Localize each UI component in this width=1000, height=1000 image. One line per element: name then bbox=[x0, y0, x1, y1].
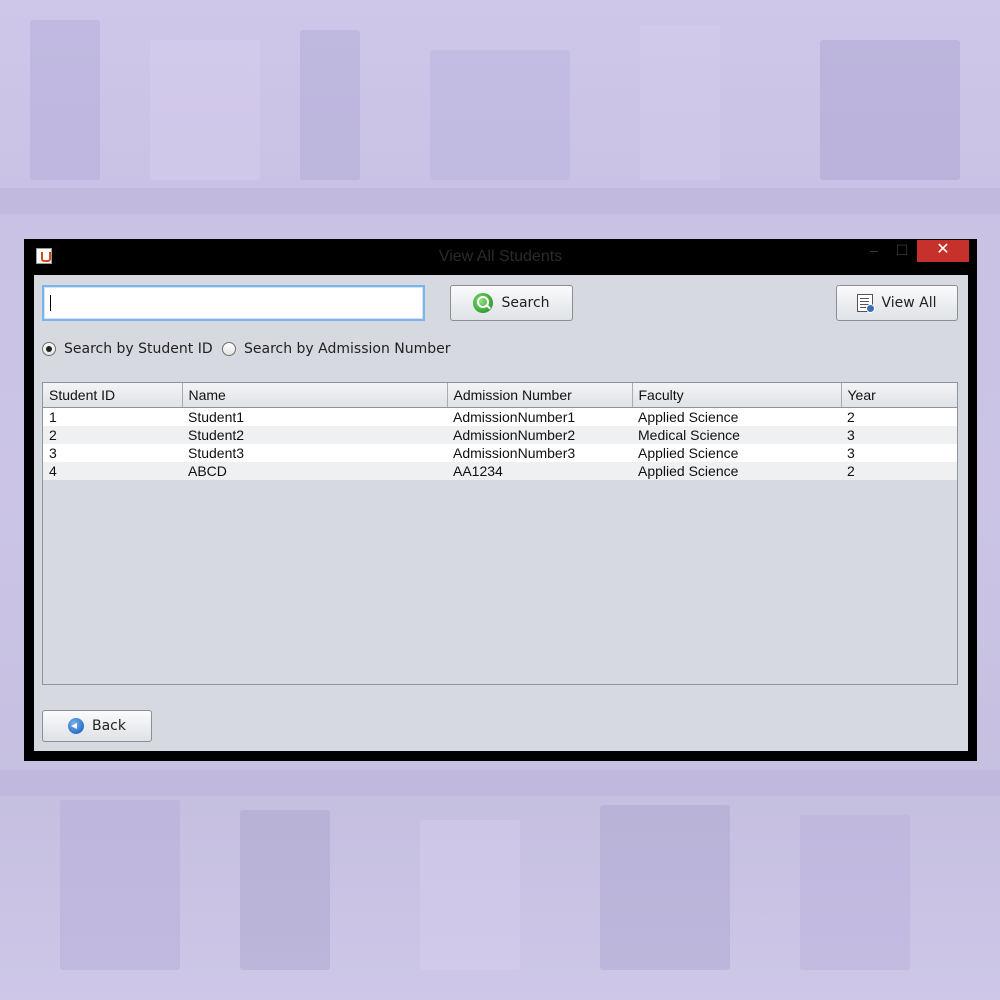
cell-year: 3 bbox=[841, 444, 957, 462]
cell-year: 3 bbox=[841, 426, 957, 444]
table-row[interactable]: 3 Student3 AdmissionNumber3 Applied Scie… bbox=[43, 444, 957, 462]
cell-faculty: Medical Science bbox=[632, 426, 841, 444]
view-all-button-label: View All bbox=[881, 295, 937, 311]
cell-year: 2 bbox=[841, 462, 957, 480]
maximize-button[interactable]: ☐ bbox=[890, 240, 914, 262]
view-all-button[interactable]: View All bbox=[836, 285, 958, 321]
column-header-name[interactable]: Name bbox=[182, 383, 448, 408]
table-row[interactable]: 1 Student1 AdmissionNumber1 Applied Scie… bbox=[43, 407, 957, 426]
column-header-student-id[interactable]: Student ID bbox=[43, 383, 183, 408]
cell-student-id: 2 bbox=[43, 426, 182, 444]
view-list-icon bbox=[857, 294, 876, 313]
cell-faculty: Applied Science bbox=[632, 407, 841, 426]
content-panel: Search View All Search by Student ID Sea… bbox=[34, 275, 968, 751]
radio-label: Search by Admission Number bbox=[244, 341, 451, 357]
radio-search-by-admission-number[interactable]: Search by Admission Number bbox=[222, 339, 451, 359]
minimize-button[interactable]: – bbox=[862, 240, 886, 262]
cell-name: Student2 bbox=[182, 426, 447, 444]
cell-student-id: 1 bbox=[43, 407, 182, 426]
cell-faculty: Applied Science bbox=[632, 462, 841, 480]
radio-search-by-student-id[interactable]: Search by Student ID bbox=[42, 339, 213, 359]
cell-name: Student1 bbox=[182, 407, 447, 426]
cell-admission-number: AA1234 bbox=[447, 462, 632, 480]
column-header-year[interactable]: Year bbox=[841, 383, 957, 408]
window-title: View All Students bbox=[438, 248, 563, 265]
search-icon bbox=[473, 293, 494, 313]
cell-student-id: 4 bbox=[43, 462, 182, 480]
radio-button-unchecked[interactable] bbox=[222, 342, 236, 356]
radio-label: Search by Student ID bbox=[64, 341, 213, 357]
back-button[interactable]: Back bbox=[42, 710, 152, 742]
back-arrow-icon bbox=[68, 718, 84, 734]
table-header-row: Student ID Name Admission Number Faculty… bbox=[43, 383, 957, 408]
title-bar[interactable]: View All Students – ☐ ✕ bbox=[24, 239, 977, 275]
cell-student-id: 3 bbox=[43, 444, 182, 462]
back-button-label: Back bbox=[92, 718, 126, 734]
search-button-label: Search bbox=[501, 295, 550, 311]
search-input[interactable] bbox=[42, 285, 425, 321]
cell-name: Student3 bbox=[182, 444, 447, 462]
cell-admission-number: AdmissionNumber3 bbox=[447, 444, 632, 462]
cell-admission-number: AdmissionNumber2 bbox=[447, 426, 632, 444]
search-button[interactable]: Search bbox=[450, 285, 573, 321]
text-caret bbox=[50, 295, 51, 311]
cell-name: ABCD bbox=[182, 462, 447, 480]
app-window: View All Students – ☐ ✕ Search View All … bbox=[24, 239, 977, 761]
cell-year: 2 bbox=[841, 407, 957, 426]
table-row[interactable]: 4 ABCD AA1234 Applied Science 2 bbox=[43, 462, 957, 480]
radio-button-checked[interactable] bbox=[42, 342, 56, 356]
column-header-admission-number[interactable]: Admission Number bbox=[447, 383, 633, 408]
close-button[interactable]: ✕ bbox=[917, 240, 969, 262]
students-table[interactable]: Student ID Name Admission Number Faculty… bbox=[42, 382, 958, 685]
table-row[interactable]: 2 Student2 AdmissionNumber2 Medical Scie… bbox=[43, 426, 957, 444]
cell-faculty: Applied Science bbox=[632, 444, 841, 462]
column-header-faculty[interactable]: Faculty bbox=[632, 383, 842, 408]
cell-admission-number: AdmissionNumber1 bbox=[447, 407, 632, 426]
